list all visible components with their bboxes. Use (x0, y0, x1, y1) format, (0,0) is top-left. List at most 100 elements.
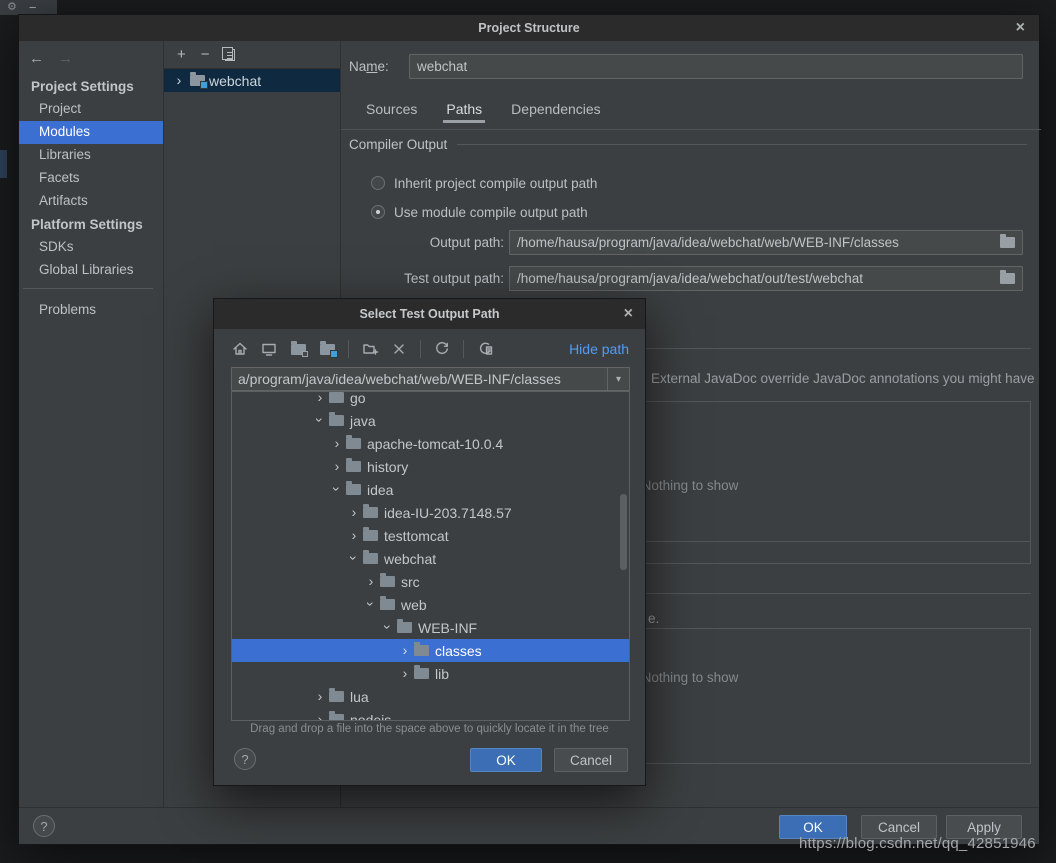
dropdown-button[interactable]: ▾ (607, 368, 629, 390)
use-module-output-radio[interactable]: Use module compile output path (371, 204, 588, 220)
tree-row-idea-iu-203.7148.57[interactable]: › idea-IU-203.7148.57 (232, 501, 629, 524)
module-folder-icon[interactable] (317, 339, 337, 359)
chevron-collapsed-icon[interactable]: › (364, 574, 378, 588)
home-icon[interactable] (230, 339, 250, 359)
sidebar-item-facets[interactable]: Facets (19, 167, 163, 190)
chevron-expanded-icon[interactable]: › (381, 620, 395, 634)
tree-node-label: lua (350, 689, 369, 705)
chevron-expanded-icon[interactable]: › (313, 413, 327, 427)
test-output-path-field[interactable]: /home/hausa/program/java/idea/webchat/ou… (509, 266, 1023, 291)
sidebar-section-header: Platform Settings (19, 213, 163, 236)
sidebar-item-problems[interactable]: Problems (19, 299, 163, 322)
close-icon[interactable]: × (1016, 20, 1025, 36)
remove-icon[interactable]: − (201, 47, 210, 62)
tree-row-idea[interactable]: › idea (232, 478, 629, 501)
chevron-collapsed-icon[interactable]: › (398, 666, 412, 680)
delete-icon[interactable] (389, 339, 409, 359)
annotations-icon[interactable] (475, 339, 495, 359)
browse-folder-icon[interactable] (1000, 273, 1015, 284)
chevron-collapsed-icon[interactable]: › (347, 528, 361, 542)
inherit-output-radio[interactable]: Inherit project compile output path (371, 175, 597, 191)
sidebar-divider (23, 288, 153, 289)
folder-icon (414, 668, 429, 679)
tree-node-label: classes (435, 643, 482, 659)
folder-icon (363, 507, 378, 518)
add-icon[interactable]: + (177, 47, 186, 62)
chooser-titlebar: Select Test Output Path × (214, 299, 645, 329)
chevron-expanded-icon[interactable]: › (364, 597, 378, 611)
help-button[interactable]: ? (33, 815, 55, 837)
tree-row-testtomcat[interactable]: ›testtomcat (232, 524, 629, 547)
cancel-button[interactable]: Cancel (554, 748, 628, 772)
output-path-field[interactable]: /home/hausa/program/java/idea/webchat/we… (509, 230, 1023, 255)
tree-row-history[interactable]: ›history (232, 455, 629, 478)
sidebar-item-libraries[interactable]: Libraries (19, 144, 163, 167)
tree-row-src[interactable]: ›src (232, 570, 629, 593)
folder-icon (329, 392, 344, 403)
chevron-collapsed-icon[interactable]: › (313, 391, 327, 404)
javadoc-description-fragment: External JavaDoc override JavaDoc annota… (651, 371, 1034, 386)
help-button[interactable]: ? (234, 748, 256, 770)
close-icon[interactable]: × (624, 306, 633, 322)
project-structure-titlebar: Project Structure × (19, 15, 1039, 41)
tree-node-label: idea (367, 482, 393, 498)
sidebar-item-project[interactable]: Project (19, 98, 163, 121)
tab-sources[interactable]: Sources (366, 101, 417, 117)
chevron-collapsed-icon[interactable]: › (347, 505, 361, 519)
tree-row-lib[interactable]: ›lib (232, 662, 629, 685)
tree-row-web-inf[interactable]: ›WEB-INF (232, 616, 629, 639)
chevron-collapsed-icon[interactable]: › (330, 459, 344, 473)
name-input[interactable] (409, 54, 1023, 79)
chevron-expanded-icon[interactable]: › (347, 551, 361, 565)
gear-icon[interactable]: ⚙ (7, 2, 17, 13)
chevron-collapsed-icon[interactable]: › (313, 689, 327, 703)
refresh-icon[interactable] (432, 339, 452, 359)
new-folder-icon[interactable] (360, 339, 380, 359)
tree-row-java[interactable]: › java (232, 409, 629, 432)
folder-icon (380, 576, 395, 587)
tree-node-label: idea-IU-203.7148.57 (384, 505, 512, 521)
radio-icon[interactable] (371, 176, 385, 190)
desktop-icon[interactable] (259, 339, 279, 359)
scrollbar-thumb[interactable] (620, 494, 627, 570)
hide-path-link[interactable]: Hide path (569, 341, 629, 357)
chooser-toolbar: Hide path (214, 333, 645, 365)
folder-icon (346, 461, 361, 472)
name-label: Name: (349, 54, 389, 79)
path-combobox[interactable]: a/program/java/idea/webchat/web/WEB-INF/… (231, 367, 630, 391)
chevron-right-icon[interactable]: › (172, 73, 186, 87)
chevron-expanded-icon[interactable]: › (330, 482, 344, 496)
tree-node-label: java (350, 413, 376, 429)
sidebar-item-artifacts[interactable]: Artifacts (19, 190, 163, 213)
tab-dependencies[interactable]: Dependencies (511, 101, 601, 117)
minimize-icon[interactable]: − (29, 1, 37, 14)
module-folder-icon (190, 75, 205, 86)
browse-folder-icon[interactable] (1000, 237, 1015, 248)
tree-row-webchat[interactable]: ›webchat (232, 547, 629, 570)
copy-icon[interactable] (225, 49, 235, 61)
tab-paths[interactable]: Paths (446, 101, 482, 117)
toolbar-separator (420, 340, 421, 358)
chevron-collapsed-icon[interactable]: › (313, 712, 327, 722)
folder-icon (363, 553, 378, 564)
radio-selected-icon[interactable] (371, 205, 385, 219)
forward-icon[interactable]: → (58, 50, 73, 67)
tree-row-lua[interactable]: › lua (232, 685, 629, 708)
ok-button[interactable]: OK (470, 748, 542, 772)
module-row-webchat[interactable]: › webchat (164, 69, 340, 92)
tree-row-classes[interactable]: › classes (232, 639, 629, 662)
tree-row-apache-tomcat-10.0.4[interactable]: ›apache-tomcat-10.0.4 (232, 432, 629, 455)
back-icon[interactable]: ← (29, 50, 44, 67)
compiler-output-section: Compiler Output (349, 137, 1027, 152)
tree-row-web[interactable]: ›web (232, 593, 629, 616)
sidebar-item-global-libraries[interactable]: Global Libraries (19, 259, 163, 282)
sidebar-item-modules[interactable]: Modules (19, 121, 163, 144)
settings-sidebar: ← → Project SettingsProjectModulesLibrar… (19, 41, 164, 807)
chevron-collapsed-icon[interactable]: › (330, 436, 344, 450)
sidebar-item-sdks[interactable]: SDKs (19, 236, 163, 259)
tree-row-nodejs[interactable]: ›nodejs (232, 708, 629, 721)
chevron-collapsed-icon[interactable]: › (398, 643, 412, 657)
project-folder-icon[interactable] (288, 339, 308, 359)
tree-row-go[interactable]: ›go (232, 391, 629, 409)
chevron-down-icon: ▾ (616, 374, 621, 385)
